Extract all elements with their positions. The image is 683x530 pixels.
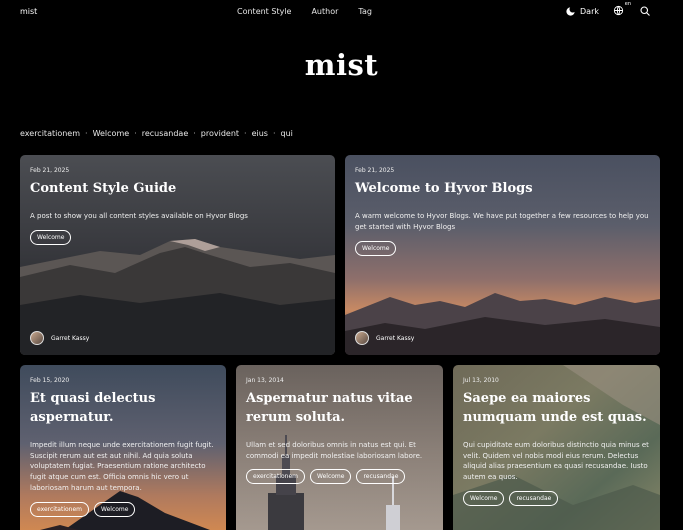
post-tags: exercitationem Welcome recusandae (246, 469, 433, 485)
post-author[interactable]: Garret Kassy (30, 331, 89, 345)
post-date: Feb 21, 2025 (355, 167, 395, 174)
header-actions: Dark en (565, 1, 651, 17)
post-tag[interactable]: exercitationem (30, 501, 90, 517)
post-excerpt: A post to show you all content styles av… (30, 211, 248, 220)
site-title: mist (304, 48, 379, 82)
tag-link[interactable]: qui (281, 129, 293, 138)
brand-link[interactable]: mist (20, 7, 37, 16)
post-title[interactable]: Aspernatur natus vitae rerum soluta. (246, 390, 433, 428)
post-excerpt: Qui cupiditate eum doloribus distinctio … (463, 440, 649, 482)
post-card[interactable]: Jan 13, 2014 Aspernatur natus vitae reru… (236, 365, 443, 530)
nav-author[interactable]: Author (311, 7, 338, 16)
language-badge: en (624, 1, 631, 7)
tag-separator: · (134, 129, 137, 138)
nav-content-style[interactable]: Content Style (237, 7, 291, 16)
post-title[interactable]: Content Style Guide (30, 180, 325, 199)
globe-icon (613, 5, 624, 16)
post-card[interactable]: Feb 15, 2020 Et quasi delectus aspernatu… (20, 365, 226, 530)
avatar (355, 331, 369, 345)
theme-toggle[interactable]: Dark (565, 6, 599, 17)
card-content: Feb 15, 2020 Et quasi delectus aspernatu… (30, 365, 216, 517)
post-tags: Welcome recusandae (463, 491, 650, 507)
post-card[interactable]: Jul 13, 2010 Saepe ea maiores numquam un… (453, 365, 660, 530)
tag-link[interactable]: Welcome (93, 129, 130, 138)
tag-separator: · (85, 129, 88, 138)
author-name: Garret Kassy (51, 334, 90, 342)
post-tag[interactable]: Welcome (94, 501, 136, 517)
post-excerpt: A warm welcome to Hyvor Blogs. We have p… (355, 211, 649, 231)
moon-icon (566, 6, 575, 16)
post-tag[interactable]: Welcome (30, 229, 72, 245)
post-date: Feb 15, 2020 (30, 377, 70, 384)
post-title[interactable]: Welcome to Hyvor Blogs (355, 180, 650, 199)
post-card[interactable]: Feb 21, 2025 Content Style Guide A post … (20, 155, 335, 355)
post-author[interactable]: Garret Kassy (355, 331, 414, 345)
post-excerpt: Impedit illum neque unde exercitationem … (30, 440, 214, 493)
tag-separator: · (244, 129, 247, 138)
language-switcher[interactable]: en (613, 1, 631, 17)
top-navigation: mist Content Style Author Tag Dark en (0, 0, 683, 26)
post-tag[interactable]: Welcome (463, 491, 505, 507)
card-content: Feb 21, 2025 Content Style Guide A post … (30, 155, 325, 245)
post-tag[interactable]: recusandae (356, 469, 406, 485)
post-tag[interactable]: Welcome (310, 469, 352, 485)
post-tags: Welcome (30, 229, 325, 245)
card-content: Feb 21, 2025 Welcome to Hyvor Blogs A wa… (355, 155, 650, 256)
tag-link[interactable]: exercitationem (20, 129, 80, 138)
nav-tag[interactable]: Tag (358, 7, 372, 16)
post-date: Feb 21, 2025 (30, 167, 70, 174)
search-icon[interactable] (639, 5, 651, 17)
card-content: Jan 13, 2014 Aspernatur natus vitae reru… (246, 365, 433, 485)
tag-link[interactable]: recusandae (142, 129, 189, 138)
post-title[interactable]: Et quasi delectus aspernatur. (30, 390, 216, 428)
tag-separator: · (272, 129, 276, 138)
card-content: Jul 13, 2010 Saepe ea maiores numquam un… (463, 365, 650, 507)
author-name: Garret Kassy (376, 334, 415, 342)
post-tag[interactable]: exercitationem (246, 469, 306, 485)
post-excerpt: Ullam et sed doloribus omnis in natus es… (246, 440, 423, 460)
tag-list: exercitationem · Welcome · recusandae · pro… (20, 129, 293, 138)
post-date: Jul 13, 2010 (463, 377, 499, 384)
tag-link[interactable]: eius (252, 129, 268, 138)
tag-link[interactable]: provident (201, 129, 239, 138)
post-card[interactable]: Feb 21, 2025 Welcome to Hyvor Blogs A wa… (345, 155, 660, 355)
post-tags: exercitationem Welcome (30, 501, 216, 517)
post-date: Jan 13, 2014 (246, 377, 284, 384)
post-tags: Welcome (355, 240, 650, 256)
post-tag[interactable]: Welcome (355, 240, 397, 256)
tag-separator: · (193, 129, 196, 138)
theme-label: Dark (580, 6, 599, 16)
post-tag[interactable]: recusandae (509, 491, 559, 507)
main-nav: Content Style Author Tag (237, 7, 372, 16)
post-title[interactable]: Saepe ea maiores numquam unde est quas. (463, 390, 650, 428)
avatar (30, 331, 44, 345)
